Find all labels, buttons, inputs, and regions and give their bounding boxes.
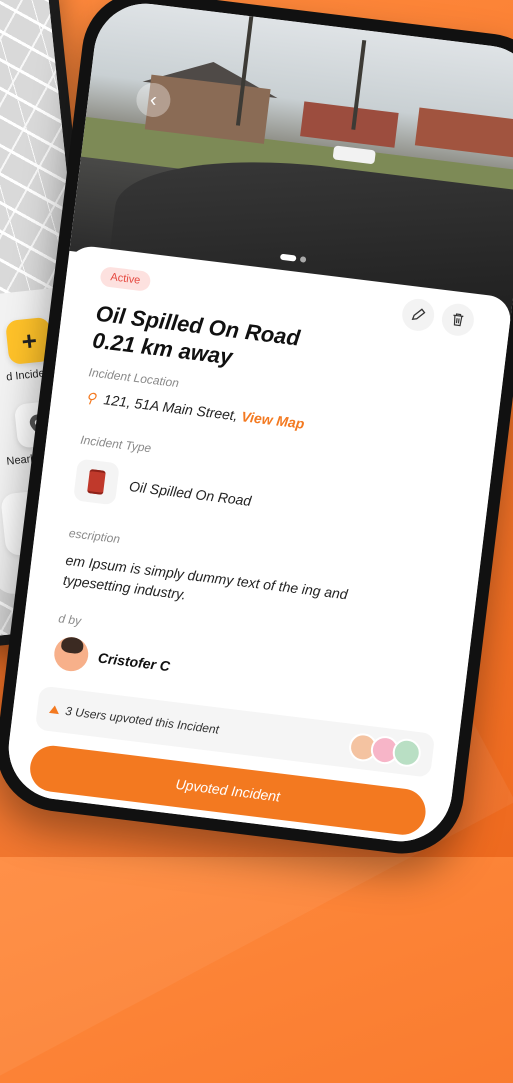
edit-button[interactable] bbox=[400, 297, 437, 333]
type-label: Incident Type bbox=[79, 432, 152, 456]
avatar bbox=[52, 635, 91, 674]
reporter: Cristofer C bbox=[52, 635, 172, 683]
location-pin-icon: ⚲ bbox=[84, 389, 97, 407]
photo-house bbox=[300, 101, 399, 148]
type-value: Oil Spilled On Road bbox=[128, 478, 253, 509]
trash-icon bbox=[453, 313, 464, 327]
incident-title: Oil Spilled On Road 0.21 km away bbox=[91, 300, 301, 379]
carousel-dot[interactable] bbox=[299, 256, 307, 263]
photo-house bbox=[414, 107, 513, 158]
delete-button[interactable] bbox=[440, 301, 476, 338]
location-address: 121, 51A Main Street, bbox=[102, 391, 239, 424]
avatar bbox=[391, 737, 423, 769]
reporter-name: Cristofer C bbox=[97, 649, 171, 675]
view-map-link[interactable]: View Map bbox=[241, 408, 306, 432]
pencil-icon bbox=[411, 308, 426, 321]
chevron-left-icon: ‹ bbox=[148, 88, 159, 111]
upvote-triangle-icon bbox=[48, 704, 60, 715]
upvoter-avatars bbox=[347, 731, 423, 769]
reported-by-label: d by bbox=[57, 611, 82, 629]
status-badge: Active bbox=[99, 265, 152, 292]
incident-detail-sheet: Active Oil Spilled On Road 0.21 km away … bbox=[2, 243, 513, 848]
main-phone: ‹ Active Oil Spilled On Road 0.21 km awa… bbox=[0, 0, 513, 861]
upvote-count-text: 3 Users upvoted this Incident bbox=[64, 703, 220, 737]
description-text: em Ipsum is simply dummy text of the ing… bbox=[62, 551, 349, 603]
description-label: escription bbox=[68, 526, 121, 547]
oil-barrel-icon bbox=[73, 458, 120, 506]
location-label: Incident Location bbox=[87, 365, 180, 391]
incident-detail-screen: ‹ Active Oil Spilled On Road 0.21 km awa… bbox=[2, 0, 513, 848]
incident-type-row: Oil Spilled On Road bbox=[73, 458, 254, 522]
location-value: ⚲ 121, 51A Main Street, View Map bbox=[85, 389, 306, 433]
